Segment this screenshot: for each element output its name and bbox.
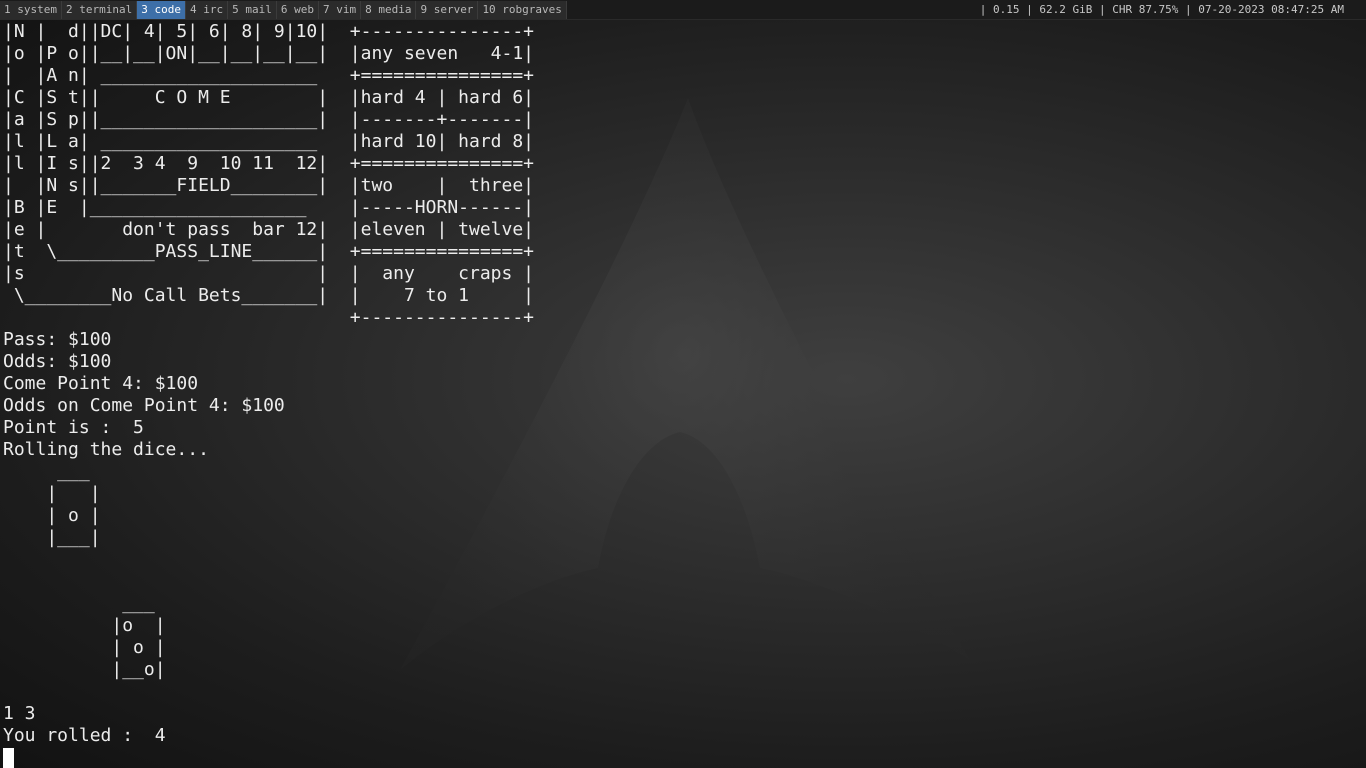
terminal-line: | |N s||_______FIELD________| |two | thr…	[3, 175, 535, 196]
workspace-8-media[interactable]: 8 media	[361, 1, 417, 19]
terminal-line: |o |P o||__|__|ON|__|__|__|__| |any seve…	[3, 43, 535, 64]
terminal-line: | |A n| ____________________ +==========…	[3, 65, 535, 86]
terminal-line: |o |	[3, 615, 166, 636]
terminal-line: ___	[3, 461, 90, 482]
workspace-5-mail[interactable]: 5 mail	[228, 1, 277, 19]
terminal-line: ___	[3, 593, 155, 614]
terminal-line: |___|	[3, 527, 101, 548]
workspace-9-server[interactable]: 9 server	[416, 1, 479, 19]
terminal-line: Odds on Come Point 4: $100	[3, 395, 285, 416]
terminal-line: |N | d||DC| 4| 5| 6| 8| 9|10| +---------…	[3, 21, 535, 42]
terminal-line: You rolled : 4	[3, 725, 166, 746]
terminal-line: \________No Call Bets_______| | 7 to 1 |	[3, 285, 535, 306]
terminal-line: +---------------+	[3, 307, 535, 328]
terminal-window[interactable]: |N | d||DC| 4| 5| 6| 8| 9|10| +---------…	[3, 21, 1363, 768]
text-cursor	[3, 748, 14, 768]
terminal-line: Point is : 5	[3, 417, 144, 438]
terminal-line: |B |E |____________________ |-----HORN--…	[3, 197, 535, 218]
terminal-line: |s | | any craps |	[3, 263, 535, 284]
terminal-line: Odds: $100	[3, 351, 112, 372]
terminal-line: | o |	[3, 637, 166, 658]
status-bar: 1 system 2 terminal 3 code 4 irc 5 mail …	[0, 0, 1366, 20]
terminal-line: |l |L a| ____________________ |hard 10| …	[3, 131, 535, 152]
terminal-line: |__o|	[3, 659, 166, 680]
terminal-line: |C |S t|| C O M E | |hard 4 | hard 6|	[3, 87, 535, 108]
workspace-10-robgraves[interactable]: 10 robgraves	[478, 1, 567, 19]
workspace-7-vim[interactable]: 7 vim	[318, 1, 362, 19]
terminal-line: |e | don't pass bar 12| |eleven | twelve…	[3, 219, 535, 240]
terminal-prompt-line[interactable]	[3, 747, 1363, 768]
terminal-line: Pass: $100	[3, 329, 112, 350]
terminal-line: |t \_________PASS_LINE______| +=========…	[3, 241, 535, 262]
workspace-2-terminal[interactable]: 2 terminal	[61, 1, 138, 19]
terminal-line: Come Point 4: $100	[3, 373, 199, 394]
terminal-line: 1 3	[3, 703, 36, 724]
terminal-line: | |	[3, 483, 101, 504]
terminal-line: Rolling the dice...	[3, 439, 209, 460]
terminal-output: |N | d||DC| 4| 5| 6| 8| 9|10| +---------…	[3, 21, 1363, 747]
terminal-line: |l |I s||2 3 4 9 10 11 12| +============…	[3, 153, 535, 174]
workspace-list: 1 system 2 terminal 3 code 4 irc 5 mail …	[0, 1, 567, 19]
workspace-4-irc[interactable]: 4 irc	[185, 1, 229, 19]
workspace-3-code[interactable]: 3 code	[137, 1, 186, 19]
workspace-1-system[interactable]: 1 system	[0, 1, 62, 19]
system-status: | 0.15 | 62.2 GiB | CHR 87.75% | 07-20-2…	[979, 3, 1344, 16]
terminal-line: |a |S p||____________________| |-------+…	[3, 109, 535, 130]
workspace-6-web[interactable]: 6 web	[276, 1, 319, 19]
terminal-line: | o |	[3, 505, 101, 526]
